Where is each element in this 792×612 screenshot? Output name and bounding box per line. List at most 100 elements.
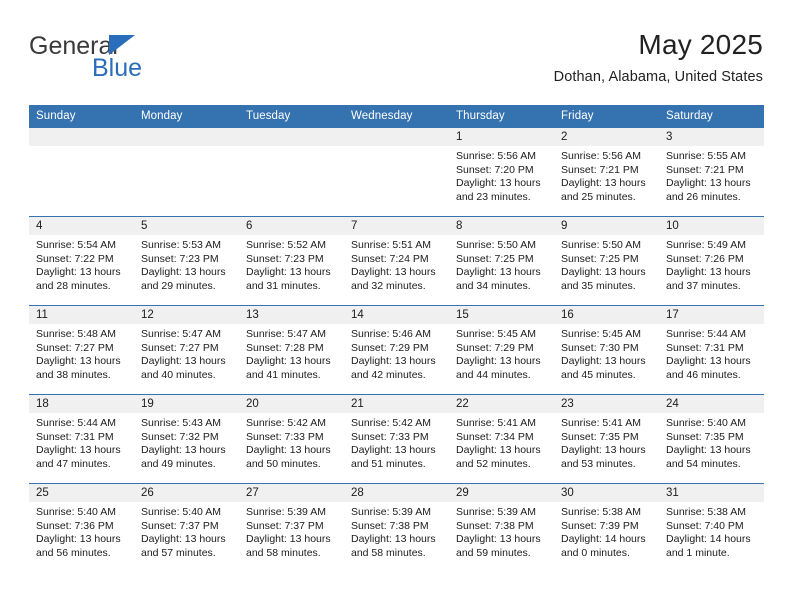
weekday-header-monday: Monday (134, 105, 239, 128)
calendar-day-cell[interactable]: 22 Sunrise: 5:41 AM Sunset: 7:34 PM Dayligh… (449, 394, 554, 484)
calendar-day-cell[interactable]: 1 Sunrise: 5:56 AM Sunset: 7:20 PM Daylight… (449, 127, 554, 217)
calendar-day-cell[interactable]: 7 Sunrise: 5:51 AM Sunset: 7:24 PM Daylight… (344, 216, 449, 306)
calendar-day-cell[interactable]: 5 Sunrise: 5:53 AM Sunset: 7:23 PM Daylight… (134, 216, 239, 306)
day-number: 6 (239, 217, 344, 235)
calendar-day-cell[interactable]: 25 Sunrise: 5:40 AM Sunset: 7:36 PM Dayligh… (29, 483, 134, 572)
calendar-week-row: 4 Sunrise: 5:54 AM Sunset: 7:22 PM Daylight… (29, 216, 764, 306)
sunset-text: Sunset: 7:27 PM (36, 341, 114, 354)
day-details: Sunrise: 5:49 AM Sunset: 7:26 PM Daylight:… (659, 235, 764, 293)
day-details: Sunrise: 5:38 AM Sunset: 7:39 PM Daylight:… (554, 502, 659, 560)
day-number: 15 (449, 306, 554, 324)
day-details: Sunrise: 5:47 AM Sunset: 7:28 PM Daylight:… (239, 324, 344, 382)
calendar-day-cell[interactable]: 31 Sunrise: 5:38 AM Sunset: 7:40 PM Dayligh… (659, 483, 764, 572)
calendar-day-cell[interactable]: 29 Sunrise: 5:39 AM Sunset: 7:38 PM Dayligh… (449, 483, 554, 572)
calendar-day-cell[interactable]: 9 Sunrise: 5:50 AM Sunset: 7:25 PM Daylight… (554, 216, 659, 306)
calendar-day-cell[interactable]: 16 Sunrise: 5:45 AM Sunset: 7:30 PM Dayligh… (554, 305, 659, 395)
calendar-day-cell[interactable]: 26 Sunrise: 5:40 AM Sunset: 7:37 PM Dayligh… (134, 483, 239, 572)
day-number: 11 (29, 306, 134, 324)
sunrise-text: Sunrise: 5:50 AM (561, 239, 641, 251)
sunrise-text: Sunrise: 5:54 AM (36, 239, 116, 251)
sunrise-text: Sunrise: 5:43 AM (141, 417, 221, 429)
sunset-text: Sunset: 7:26 PM (666, 252, 744, 265)
daylight-text-line1: Daylight: 13 hours (456, 177, 541, 190)
daylight-text-line2: and 57 minutes. (141, 546, 216, 559)
daylight-text-line2: and 0 minutes. (561, 546, 630, 559)
calendar-day-cell[interactable]: 8 Sunrise: 5:50 AM Sunset: 7:25 PM Daylight… (449, 216, 554, 306)
sunset-text: Sunset: 7:31 PM (36, 430, 114, 443)
calendar-day-cell[interactable]: 2 Sunrise: 5:56 AM Sunset: 7:21 PM Daylight… (554, 127, 659, 217)
daylight-text-line1: Daylight: 13 hours (456, 533, 541, 546)
calendar-day-cell[interactable]: 15 Sunrise: 5:45 AM Sunset: 7:29 PM Dayligh… (449, 305, 554, 395)
calendar-day-cell[interactable]: 21 Sunrise: 5:42 AM Sunset: 7:33 PM Dayligh… (344, 394, 449, 484)
calendar-day-cell[interactable]: 30 Sunrise: 5:38 AM Sunset: 7:39 PM Dayligh… (554, 483, 659, 572)
calendar-day-cell[interactable]: 14 Sunrise: 5:46 AM Sunset: 7:29 PM Dayligh… (344, 305, 449, 395)
sunset-text: Sunset: 7:25 PM (456, 252, 534, 265)
daylight-text-line1: Daylight: 13 hours (561, 355, 646, 368)
calendar-day-cell[interactable]: 19 Sunrise: 5:43 AM Sunset: 7:32 PM Dayligh… (134, 394, 239, 484)
calendar-day-cell[interactable]: 3 Sunrise: 5:55 AM Sunset: 7:21 PM Daylight… (659, 127, 764, 217)
daylight-text-line2: and 45 minutes. (561, 368, 636, 381)
daylight-text-line2: and 25 minutes. (561, 190, 636, 203)
day-number: 25 (29, 484, 134, 502)
calendar-day-cell[interactable]: 10 Sunrise: 5:49 AM Sunset: 7:26 PM Dayligh… (659, 216, 764, 306)
daylight-text-line2: and 26 minutes. (666, 190, 741, 203)
daylight-text-line2: and 32 minutes. (351, 279, 426, 292)
day-number: 30 (554, 484, 659, 502)
sunrise-text: Sunrise: 5:39 AM (456, 506, 536, 518)
day-details: Sunrise: 5:56 AM Sunset: 7:20 PM Daylight:… (449, 146, 554, 204)
day-number: 21 (344, 395, 449, 413)
calendar-body: 1 Sunrise: 5:56 AM Sunset: 7:20 PM Daylight… (29, 127, 764, 572)
daylight-text-line1: Daylight: 13 hours (36, 355, 121, 368)
sunrise-text: Sunrise: 5:45 AM (456, 328, 536, 340)
sunset-text: Sunset: 7:27 PM (141, 341, 219, 354)
calendar-week-row: 25 Sunrise: 5:40 AM Sunset: 7:36 PM Dayligh… (29, 483, 764, 572)
day-details: Sunrise: 5:39 AM Sunset: 7:38 PM Daylight:… (449, 502, 554, 560)
sunrise-text: Sunrise: 5:52 AM (246, 239, 326, 251)
calendar-day-cell[interactable]: 23 Sunrise: 5:41 AM Sunset: 7:35 PM Dayligh… (554, 394, 659, 484)
daylight-text-line2: and 42 minutes. (351, 368, 426, 381)
sunrise-text: Sunrise: 5:39 AM (351, 506, 431, 518)
sunrise-text: Sunrise: 5:47 AM (246, 328, 326, 340)
calendar-day-cell[interactable]: 13 Sunrise: 5:47 AM Sunset: 7:28 PM Dayligh… (239, 305, 344, 395)
sunset-text: Sunset: 7:22 PM (36, 252, 114, 265)
calendar-day-cell[interactable]: 6 Sunrise: 5:52 AM Sunset: 7:23 PM Daylight… (239, 216, 344, 306)
daylight-text-line2: and 54 minutes. (666, 457, 741, 470)
calendar-cell-empty (344, 127, 449, 217)
day-details: Sunrise: 5:47 AM Sunset: 7:27 PM Daylight:… (134, 324, 239, 382)
daylight-text-line2: and 58 minutes. (246, 546, 321, 559)
brand-logo[interactable]: General Blue (29, 32, 259, 90)
sunrise-text: Sunrise: 5:45 AM (561, 328, 641, 340)
daylight-text-line2: and 28 minutes. (36, 279, 111, 292)
sunset-text: Sunset: 7:37 PM (141, 519, 219, 532)
daylight-text-line2: and 35 minutes. (561, 279, 636, 292)
sunset-text: Sunset: 7:24 PM (351, 252, 429, 265)
calendar-day-cell[interactable]: 18 Sunrise: 5:44 AM Sunset: 7:31 PM Dayligh… (29, 394, 134, 484)
daylight-text-line2: and 58 minutes. (351, 546, 426, 559)
sunset-text: Sunset: 7:34 PM (456, 430, 534, 443)
calendar-day-cell[interactable]: 28 Sunrise: 5:39 AM Sunset: 7:38 PM Dayligh… (344, 483, 449, 572)
daylight-text-line1: Daylight: 13 hours (561, 444, 646, 457)
calendar-cell-empty (134, 127, 239, 217)
day-details: Sunrise: 5:44 AM Sunset: 7:31 PM Daylight:… (659, 324, 764, 382)
calendar-day-cell[interactable]: 11 Sunrise: 5:48 AM Sunset: 7:27 PM Dayligh… (29, 305, 134, 395)
calendar-day-cell[interactable]: 20 Sunrise: 5:42 AM Sunset: 7:33 PM Dayligh… (239, 394, 344, 484)
day-number: 4 (29, 217, 134, 235)
calendar-day-cell[interactable]: 17 Sunrise: 5:44 AM Sunset: 7:31 PM Dayligh… (659, 305, 764, 395)
daylight-text-line1: Daylight: 13 hours (246, 444, 331, 457)
calendar-day-cell[interactable]: 4 Sunrise: 5:54 AM Sunset: 7:22 PM Daylight… (29, 216, 134, 306)
calendar-day-cell[interactable]: 12 Sunrise: 5:47 AM Sunset: 7:27 PM Dayligh… (134, 305, 239, 395)
page-title: May 2025 (638, 29, 763, 60)
sunrise-text: Sunrise: 5:48 AM (36, 328, 116, 340)
calendar-day-cell[interactable]: 24 Sunrise: 5:40 AM Sunset: 7:35 PM Dayligh… (659, 394, 764, 484)
calendar-day-cell[interactable]: 27 Sunrise: 5:39 AM Sunset: 7:37 PM Dayligh… (239, 483, 344, 572)
daylight-text-line1: Daylight: 13 hours (141, 533, 226, 546)
day-details: Sunrise: 5:40 AM Sunset: 7:36 PM Daylight:… (29, 502, 134, 560)
daylight-text-line1: Daylight: 13 hours (456, 444, 541, 457)
daylight-text-line2: and 40 minutes. (141, 368, 216, 381)
day-details: Sunrise: 5:42 AM Sunset: 7:33 PM Daylight:… (344, 413, 449, 471)
daylight-text-line2: and 29 minutes. (141, 279, 216, 292)
sunrise-text: Sunrise: 5:44 AM (36, 417, 116, 429)
day-number: 7 (344, 217, 449, 235)
weekday-header-sunday: Sunday (29, 105, 134, 128)
daylight-text-line2: and 59 minutes. (456, 546, 531, 559)
